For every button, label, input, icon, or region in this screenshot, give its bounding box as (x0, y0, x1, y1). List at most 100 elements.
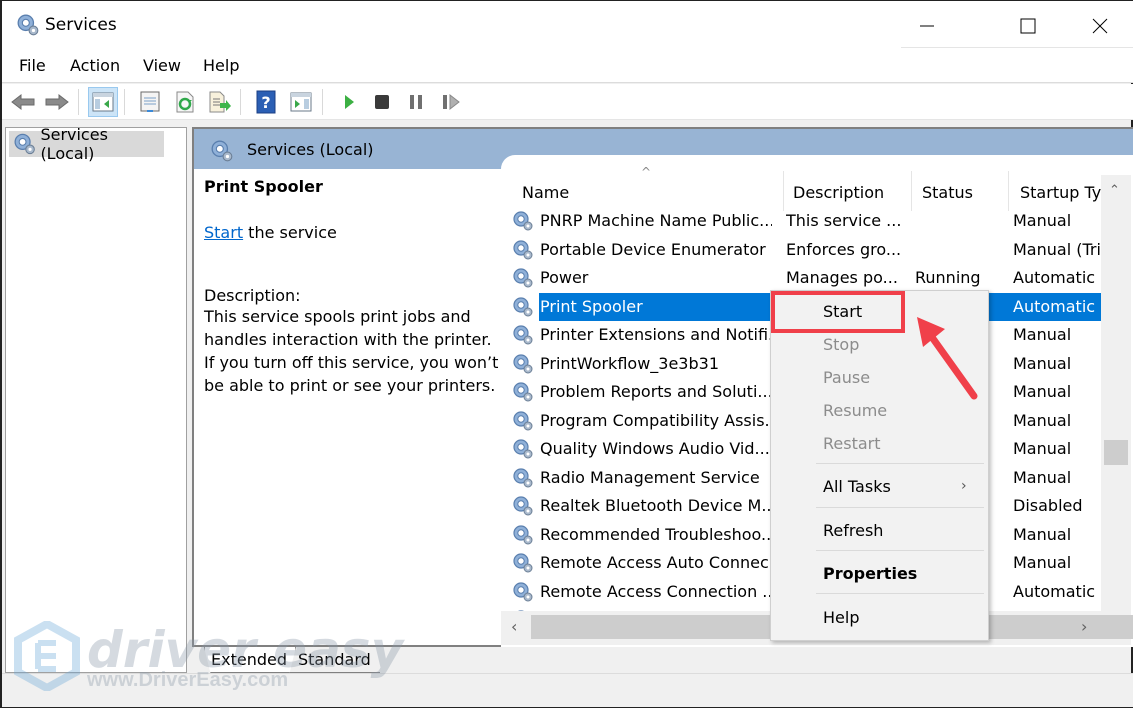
services-window: Services File Action View Help ? Service… (0, 0, 1133, 708)
context-menu-item-help[interactable]: Help (823, 608, 859, 627)
cell-description: Enforces gro... (786, 239, 902, 259)
table-row[interactable]: Power Manages po... Running Automatic (501, 264, 1101, 292)
context-menu-item-properties[interactable]: Properties (823, 564, 917, 583)
start-service-button[interactable] (334, 87, 364, 117)
cell-startup-type: Automatic (1013, 268, 1096, 287)
cell-name: PNRP Machine Name Public... (540, 211, 772, 230)
sort-ascending-indicator: ^ (641, 165, 652, 179)
title-bar: Services (2, 1, 1133, 51)
vertical-scroll-thumb[interactable] (1104, 440, 1128, 465)
tab-standard[interactable]: Standard (288, 647, 380, 673)
restart-service-button[interactable] (436, 87, 466, 117)
cell-name: Remote Access Connection ... (540, 581, 772, 601)
export-list-icon (209, 91, 231, 113)
cell-startup-type: Manual (1013, 410, 1072, 430)
minimize-icon (920, 25, 934, 27)
menu-file[interactable]: File (19, 56, 46, 75)
cell-name: Problem Reports and Soluti... (540, 382, 772, 401)
toolbar: ? (2, 84, 1133, 120)
service-detail: Print Spooler Start the service Descript… (204, 177, 499, 397)
column-header-status[interactable]: Status (922, 173, 973, 211)
context-menu-item-stop: Stop (823, 335, 860, 354)
cell-startup-type: Manual (1013, 325, 1072, 344)
cell-startup-type: Manual (1013, 439, 1072, 458)
table-row[interactable]: PNRP Machine Name Public... This service … (501, 207, 1101, 235)
forward-button[interactable] (42, 87, 72, 117)
help-button[interactable]: ? (251, 87, 281, 117)
divider (901, 47, 1133, 48)
pause-icon (410, 95, 422, 109)
show-action-pane-button[interactable] (286, 87, 316, 117)
service-gear-icon (513, 553, 533, 573)
properties-icon (140, 91, 160, 112)
refresh-button[interactable] (170, 87, 200, 117)
menu-view[interactable]: View (143, 56, 181, 75)
service-gear-icon (513, 268, 533, 288)
menu-action[interactable]: Action (70, 56, 120, 75)
service-gear-icon (513, 467, 533, 488)
tree-item-services-local[interactable]: Services (Local) (9, 125, 164, 163)
show-action-pane-icon (290, 92, 312, 112)
scroll-left-icon[interactable]: ‹ (511, 617, 517, 636)
minimize-button[interactable] (892, 1, 962, 51)
tab-extended[interactable]: Extended (204, 647, 296, 673)
table-row[interactable]: Portable Device Enumerator ... Enforces g… (501, 236, 1101, 264)
vertical-scrollbar[interactable]: ⌃ ⌄ (1101, 175, 1131, 645)
cell-name: Program Compatibility Assis... (540, 410, 772, 430)
column-divider[interactable] (783, 171, 784, 211)
services-gear-icon (211, 140, 233, 162)
stop-service-button[interactable] (367, 87, 397, 117)
scroll-right-icon[interactable]: › (1081, 617, 1087, 636)
back-icon (11, 93, 35, 111)
cell-startup-type: Manual (1013, 553, 1072, 572)
service-gear-icon (513, 496, 533, 516)
description-text: This service spools print jobs and handl… (204, 307, 499, 395)
maximize-button[interactable] (993, 1, 1063, 51)
service-gear-icon (513, 296, 533, 317)
play-icon (345, 95, 354, 109)
cell-name: Quality Windows Audio Vid... (540, 439, 770, 458)
context-menu-separator (816, 507, 984, 508)
pause-service-button[interactable] (401, 87, 431, 117)
column-header-description[interactable]: Description (793, 173, 884, 211)
show-hide-console-tree-button[interactable] (88, 87, 118, 117)
cell-startup-type: Automatic (1013, 581, 1096, 601)
cell-startup-type: Manual (1013, 382, 1072, 401)
cell-name: Realtek Bluetooth Device M... (540, 496, 772, 515)
start-service-suffix: the service (243, 223, 337, 242)
service-gear-icon (513, 410, 533, 431)
start-service-line: Start the service (204, 223, 499, 242)
description-label: Description: (204, 286, 301, 305)
column-divider[interactable] (1008, 171, 1009, 211)
service-gear-icon (513, 581, 533, 602)
context-menu-item-all-tasks[interactable]: All Tasks (823, 477, 891, 496)
close-button[interactable] (1065, 1, 1133, 51)
svg-text:?: ? (261, 93, 270, 112)
service-gear-icon (513, 325, 533, 345)
annotation-arrow-icon (917, 317, 978, 400)
export-list-button[interactable] (205, 87, 235, 117)
context-menu-separator (816, 550, 984, 551)
column-divider[interactable] (911, 171, 912, 211)
show-hide-console-tree-icon (92, 92, 114, 112)
selected-service-name: Print Spooler (204, 177, 323, 196)
context-menu-item-pause: Pause (823, 368, 871, 387)
context-menu-item-refresh[interactable]: Refresh (823, 521, 883, 540)
stop-icon (375, 95, 389, 109)
forward-icon (45, 93, 69, 111)
scroll-up-icon[interactable]: ⌃ (1109, 183, 1120, 198)
cell-name: Print Spooler (540, 296, 643, 316)
submenu-chevron-icon: › (961, 478, 967, 494)
column-header-name[interactable]: Name (522, 173, 569, 211)
window-title: Services (45, 15, 117, 35)
service-gear-icon (513, 211, 533, 231)
start-service-link[interactable]: Start (204, 223, 243, 242)
toolbar-separator (78, 89, 79, 115)
menu-help[interactable]: Help (203, 56, 239, 75)
restart-icon (443, 94, 460, 110)
back-button[interactable] (8, 87, 38, 117)
properties-button[interactable] (135, 87, 165, 117)
close-icon (1092, 18, 1108, 34)
cell-startup-type: Manual (Tri (1013, 239, 1101, 259)
column-header-startup-type[interactable]: Startup Typ (1020, 173, 1111, 211)
